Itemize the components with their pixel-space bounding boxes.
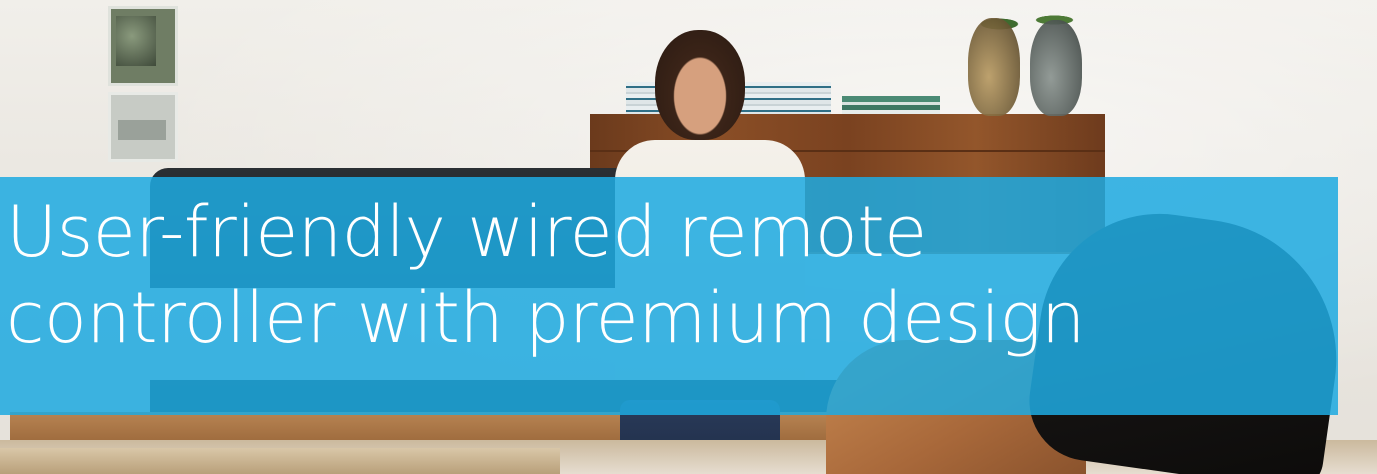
grey-glass-vase <box>1030 20 1082 116</box>
amber-glass-vase <box>968 18 1020 116</box>
wall-art-plant-print <box>108 6 178 86</box>
coffee-table <box>0 448 560 474</box>
stacked-books-small <box>842 96 940 114</box>
hero-photo: User-friendly wired remote controller wi… <box>0 0 1377 474</box>
headline-line-2: controller with premium design <box>6 277 1085 359</box>
woman-head <box>655 30 745 140</box>
wall-art-framed-print <box>108 92 178 162</box>
headline-banner: User-friendly wired remote controller wi… <box>0 177 1338 415</box>
headline: User-friendly wired remote controller wi… <box>6 189 1085 361</box>
headline-line-1: User-friendly wired remote <box>6 191 927 273</box>
